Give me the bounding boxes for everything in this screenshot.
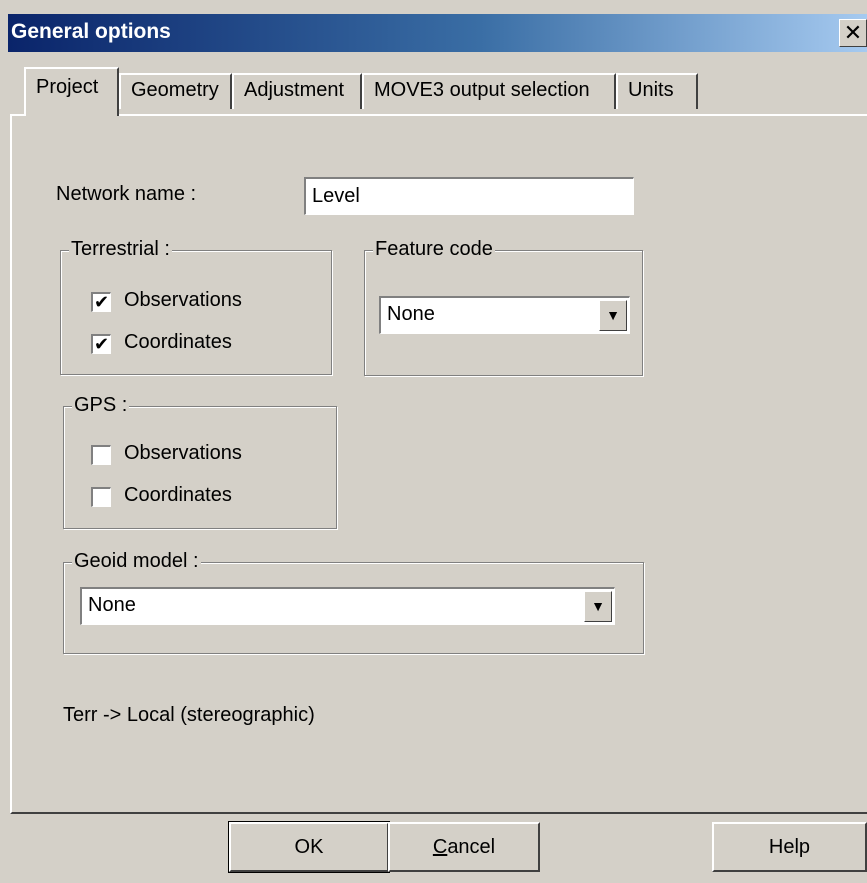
projection-info-text: Terr -> Local (stereographic) (63, 704, 315, 726)
terrestrial-observations-checkbox[interactable]: ✔ (91, 292, 111, 312)
cancel-accelerator: C (432, 836, 448, 858)
dialog-title: General options (11, 20, 171, 43)
network-name-label: Network name : (56, 183, 197, 205)
gps-group-title: GPS : (72, 394, 130, 417)
geoid-model-dropdown[interactable]: None ▼ (80, 587, 615, 625)
chevron-down-icon[interactable]: ▼ (584, 591, 612, 622)
title-bar: General options ✕ (8, 14, 867, 52)
terrestrial-group: Terrestrial : ✔ Observations ✔ Coordinat… (60, 238, 332, 375)
chevron-down-icon[interactable]: ▼ (599, 300, 627, 331)
general-options-dialog: General options ✕ Project Geometry Adjus… (0, 0, 867, 883)
gps-observations-checkbox[interactable] (91, 445, 111, 465)
geoid-model-group-title: Geoid model : (72, 550, 201, 573)
feature-code-dropdown[interactable]: None ▼ (379, 296, 630, 334)
tab-units[interactable]: Units (616, 73, 698, 109)
cancel-button[interactable]: Cancel (388, 822, 540, 872)
gps-coordinates-label: Coordinates (124, 484, 232, 506)
terrestrial-observations-label: Observations (124, 289, 242, 311)
gps-coordinates-checkbox[interactable] (91, 487, 111, 507)
terrestrial-coordinates-label: Coordinates (124, 331, 232, 353)
feature-code-selected: None (387, 303, 435, 325)
gps-group: GPS : Observations Coordinates (63, 394, 337, 529)
feature-code-group: Feature code None ▼ (364, 238, 643, 376)
terrestrial-coordinates-checkbox[interactable]: ✔ (91, 334, 111, 354)
project-tab-panel: Network name : Level Terrestrial : ✔ Obs… (10, 114, 867, 814)
help-button[interactable]: Help (712, 822, 867, 872)
geoid-model-selected: None (88, 594, 136, 616)
check-mark-icon: ✔ (93, 334, 110, 354)
tab-geometry[interactable]: Geometry (119, 73, 232, 109)
network-name-field[interactable]: Level (304, 177, 634, 215)
gps-observations-label: Observations (124, 442, 242, 464)
terrestrial-group-title: Terrestrial : (69, 238, 172, 261)
cancel-label: ancel (447, 836, 496, 858)
check-mark-icon: ✔ (93, 292, 110, 312)
ok-button[interactable]: OK (228, 821, 390, 873)
tab-project[interactable]: Project (24, 67, 119, 116)
tab-move3-output-selection[interactable]: MOVE3 output selection (362, 73, 616, 109)
tab-adjustment[interactable]: Adjustment (232, 73, 362, 109)
feature-code-group-title: Feature code (373, 238, 495, 261)
close-icon[interactable]: ✕ (839, 19, 867, 47)
geoid-model-group: Geoid model : None ▼ (63, 550, 644, 654)
